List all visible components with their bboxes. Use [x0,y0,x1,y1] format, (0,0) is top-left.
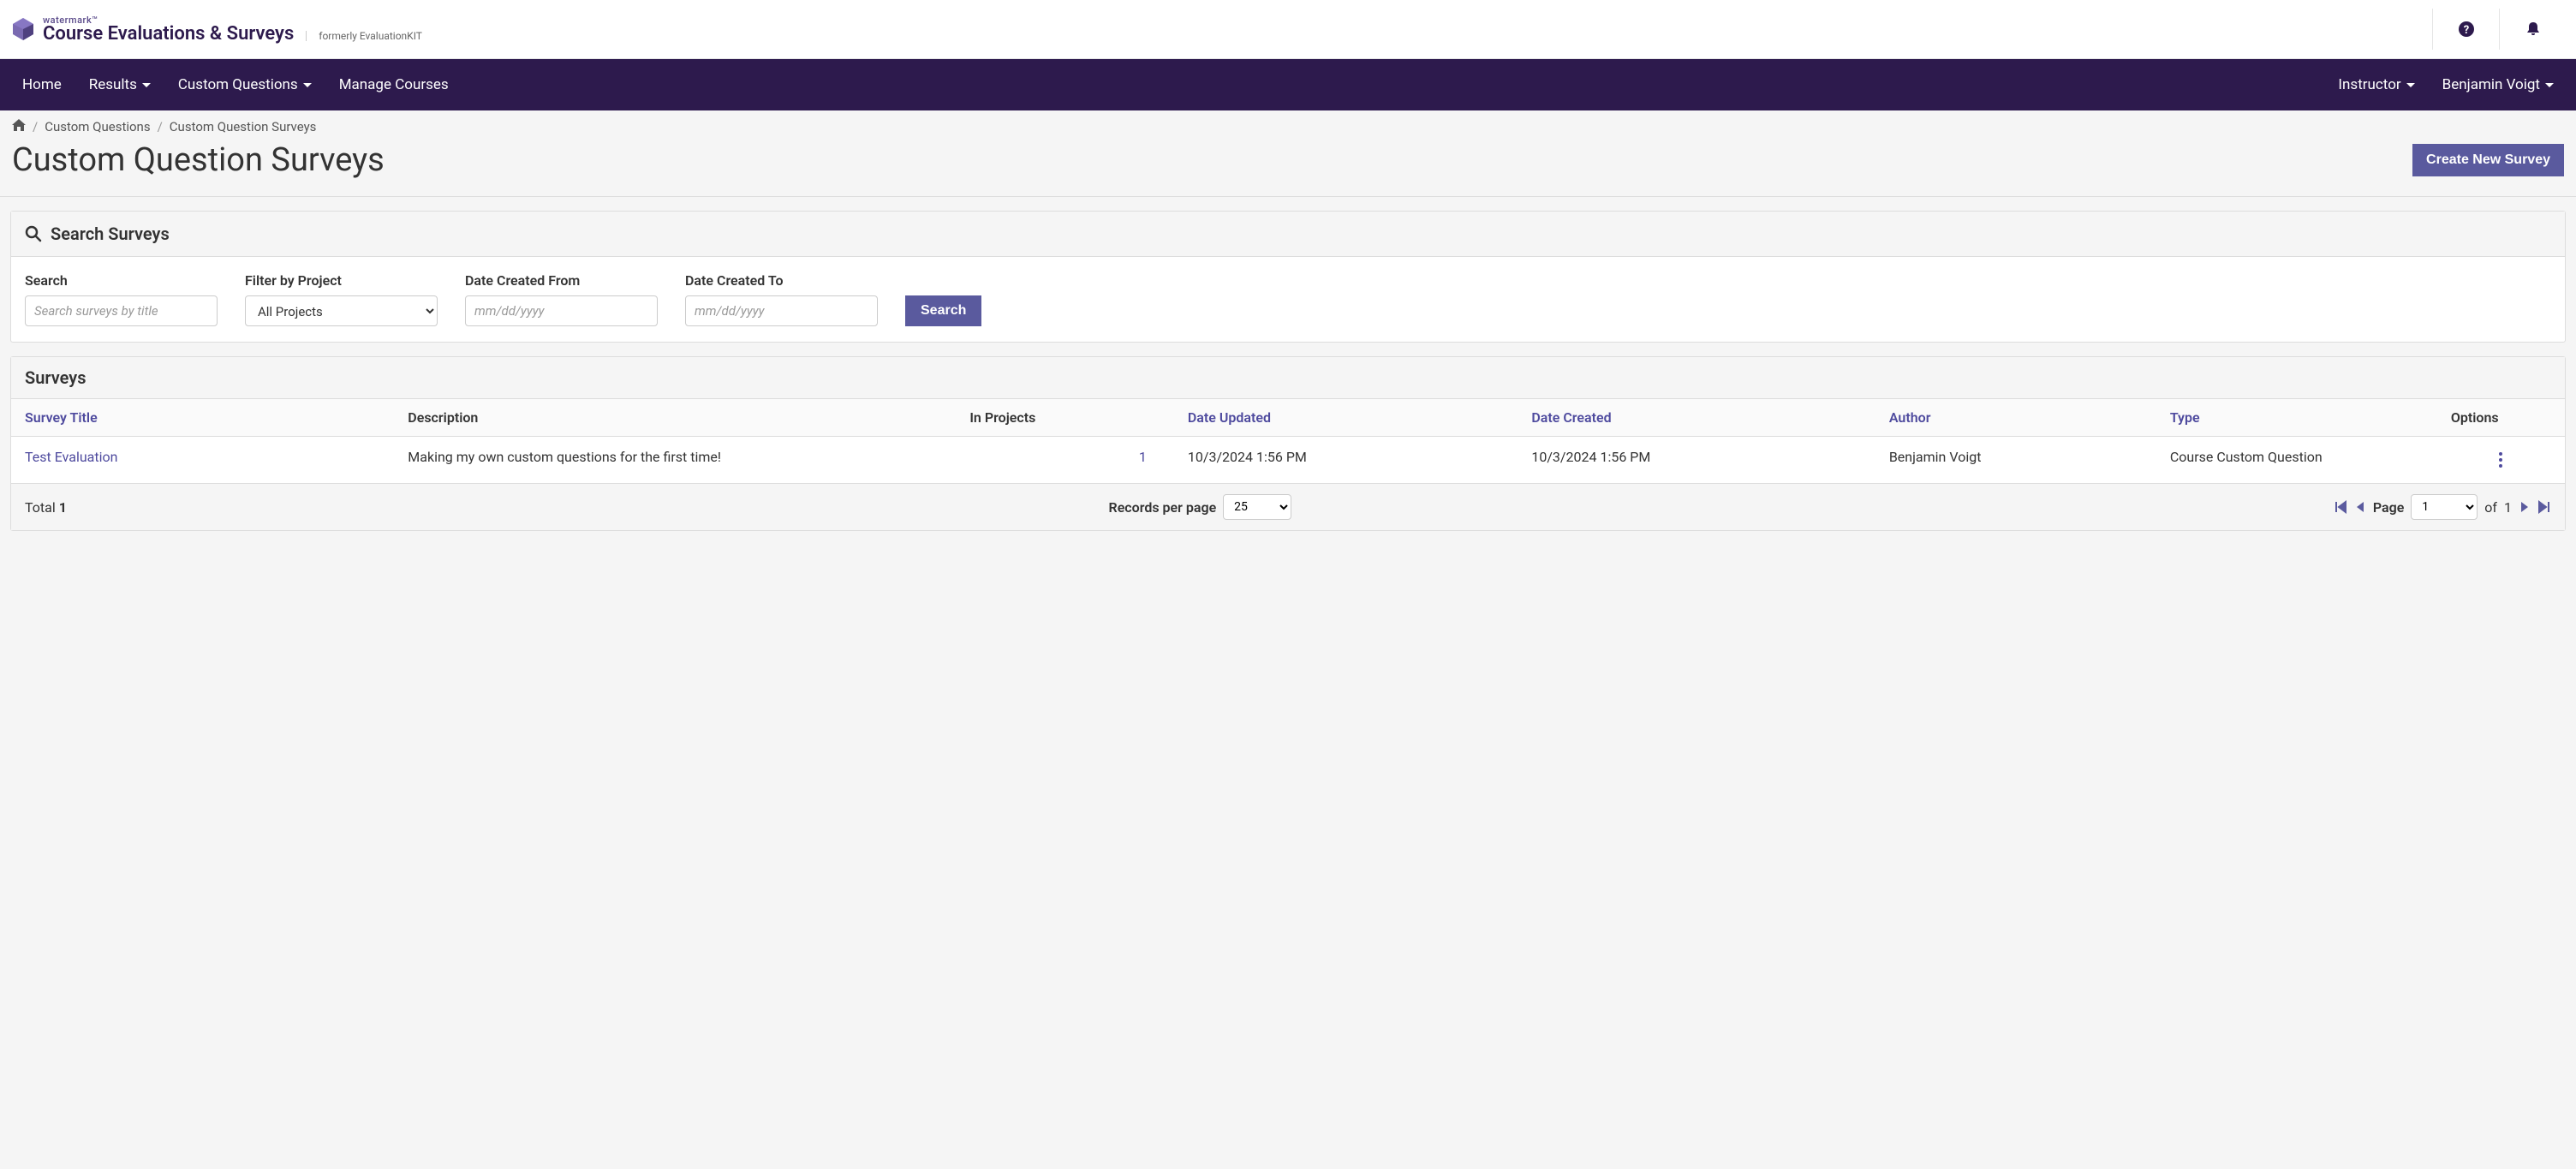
total-count: Total 1 [25,499,67,516]
col-date-updated[interactable]: Date Updated [1160,399,1518,437]
pager-last-button[interactable] [2537,500,2551,514]
pager-first-button[interactable] [2334,500,2347,514]
bell-icon [2525,21,2542,38]
filter-select[interactable]: All Projects [245,295,438,326]
col-type[interactable]: Type [2156,399,2437,437]
nav-custom-questions-label: Custom Questions [178,76,298,93]
page-label: Page [2373,499,2404,516]
breadcrumb-sep: / [158,119,163,134]
search-input[interactable] [25,295,218,326]
table-row: Test Evaluation Making my own custom que… [11,437,2565,484]
col-survey-title[interactable]: Survey Title [11,399,394,437]
breadcrumb-current: Custom Question Surveys [170,119,317,134]
header-actions: ? [2432,9,2566,50]
survey-type: Course Custom Question [2156,437,2437,484]
caret-down-icon [2406,83,2415,87]
page-select[interactable]: 1 [2411,494,2478,520]
filter-label: Filter by Project [245,272,438,289]
page-header: Custom Question Surveys Create New Surve… [0,138,2576,197]
svg-text:?: ? [2463,24,2468,37]
caret-down-icon [303,83,312,87]
search-label: Search [25,272,218,289]
date-to-input[interactable] [685,295,878,326]
breadcrumb: / Custom Questions / Custom Question Sur… [0,110,2576,138]
survey-author: Benjamin Voigt [1875,437,2156,484]
pager-prev-button[interactable] [2354,501,2366,513]
col-description: Description [394,399,956,437]
breadcrumb-custom-questions[interactable]: Custom Questions [45,119,150,134]
survey-title-link[interactable]: Test Evaluation [25,449,117,465]
breadcrumb-home[interactable] [12,119,26,134]
next-page-icon [2519,501,2531,513]
records-per-page: Records per page 25 [1109,494,1292,520]
survey-description: Making my own custom questions for the f… [394,437,956,484]
search-panel: Search Surveys Search Filter by Project … [10,211,2566,343]
home-icon [12,119,26,131]
nav-manage-courses-label: Manage Courses [339,76,449,93]
date-from-label: Date Created From [465,272,658,289]
first-page-icon [2334,500,2347,514]
nav-results[interactable]: Results [75,59,164,110]
role-label: Instructor [2338,76,2400,93]
prev-page-icon [2354,501,2366,513]
help-icon: ? [2458,21,2475,38]
brand-formerly: formerly EvaluationKIT [306,31,422,41]
page-title: Custom Question Surveys [12,141,385,179]
total-pages: 1 [2504,499,2512,516]
table-footer: Total 1 Records per page 25 Page 1 [11,484,2565,530]
nav-results-label: Results [89,76,137,93]
user-label: Benjamin Voigt [2442,76,2540,93]
create-survey-button[interactable]: Create New Survey [2412,144,2564,176]
col-author[interactable]: Author [1875,399,2156,437]
survey-date-created: 10/3/2024 1:56 PM [1518,437,1875,484]
search-panel-header: Search Surveys [11,212,2565,257]
surveys-panel-header: Surveys [11,357,2565,399]
nav-home[interactable]: Home [9,59,75,110]
pager-next-button[interactable] [2519,501,2531,513]
date-to-label: Date Created To [685,272,878,289]
search-icon [25,225,42,242]
survey-projects-link[interactable]: 1 [1139,449,1147,465]
notifications-button[interactable] [2499,9,2566,50]
brand-logo[interactable]: watermark™ Course Evaluations & Surveys … [10,15,422,44]
brand-product: Course Evaluations & Surveys [43,25,294,44]
role-dropdown[interactable]: Instructor [2324,59,2428,110]
nav-manage-courses[interactable]: Manage Courses [325,59,462,110]
nav-custom-questions[interactable]: Custom Questions [164,59,325,110]
row-options-button[interactable] [2451,449,2551,471]
records-select[interactable]: 25 [1223,494,1291,520]
caret-down-icon [142,83,151,87]
brand-text: watermark™ Course Evaluations & Surveys … [43,15,422,44]
records-label: Records per page [1109,499,1217,516]
nav-home-label: Home [22,76,62,93]
app-header: watermark™ Course Evaluations & Surveys … [0,0,2576,59]
main-nav: Home Results Custom Questions Manage Cou… [0,59,2576,110]
of-label: of [2484,499,2497,516]
caret-down-icon [2545,83,2554,87]
search-panel-title: Search Surveys [51,224,170,244]
surveys-table: Survey Title Description In Projects Dat… [11,399,2565,484]
survey-date-updated: 10/3/2024 1:56 PM [1160,437,1518,484]
watermark-logo-icon [10,16,36,42]
last-page-icon [2537,500,2551,514]
help-button[interactable]: ? [2432,9,2499,50]
pager: Page 1 of 1 [2334,494,2551,520]
breadcrumb-sep: / [33,119,38,134]
col-options: Options [2437,399,2565,437]
date-from-input[interactable] [465,295,658,326]
surveys-panel: Surveys Survey Title Description In Proj… [10,356,2566,531]
col-date-created[interactable]: Date Created [1518,399,1875,437]
col-in-projects: In Projects [956,399,1160,437]
user-dropdown[interactable]: Benjamin Voigt [2429,59,2567,110]
page-content: / Custom Questions / Custom Question Sur… [0,110,2576,1169]
search-button[interactable]: Search [905,295,981,326]
